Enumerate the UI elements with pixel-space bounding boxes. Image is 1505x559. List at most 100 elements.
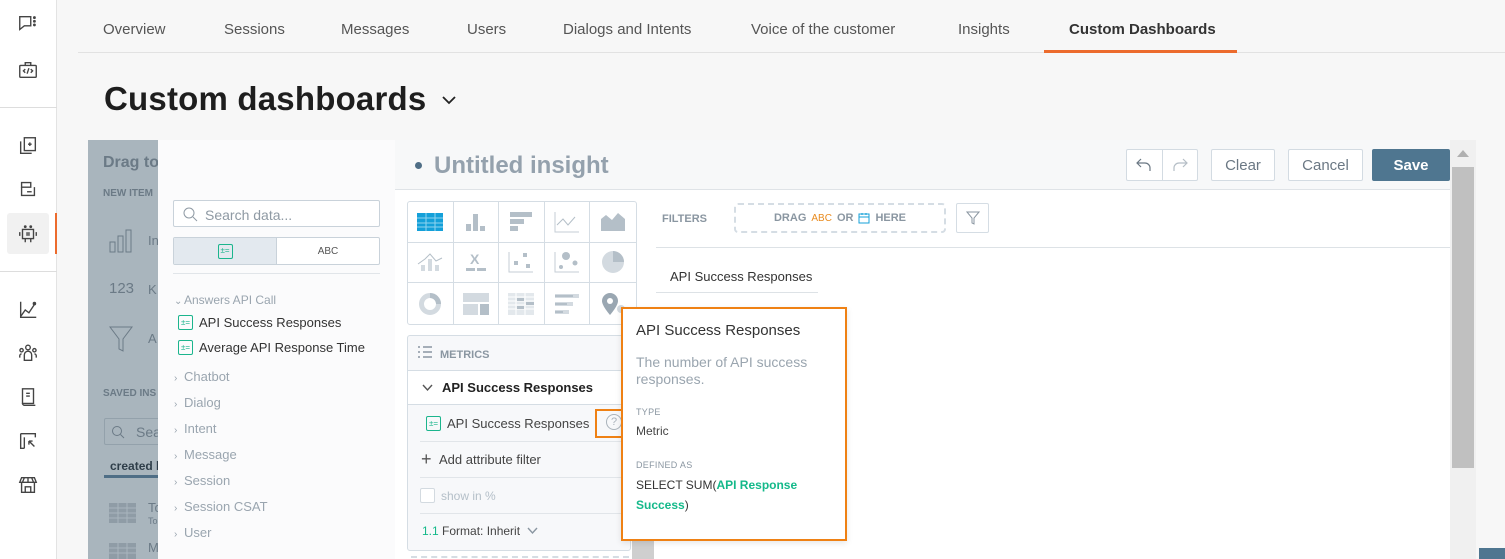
chart-type-pie[interactable] xyxy=(590,243,636,284)
undo-button[interactable] xyxy=(1127,150,1163,180)
chart-type-line[interactable] xyxy=(544,202,591,243)
scrollbar-thumb[interactable] xyxy=(1452,167,1474,468)
redo-button[interactable] xyxy=(1163,150,1198,180)
tab-voice-of-customer[interactable]: Voice of the customer xyxy=(751,21,895,38)
vertical-scrollbar[interactable] xyxy=(1450,140,1476,559)
search-data-input[interactable]: Search data... xyxy=(173,200,380,227)
metrics-label: METRICS xyxy=(440,349,490,361)
donut-chart-icon xyxy=(419,292,442,315)
chart-type-donut[interactable] xyxy=(408,283,454,324)
chart-type-scatter[interactable] xyxy=(499,242,545,284)
table-insight-icon xyxy=(109,503,136,523)
analytics-icon[interactable] xyxy=(14,296,42,324)
tree-group-answers-api-call[interactable]: ⌄ Answers API Call xyxy=(174,293,276,307)
people-icon[interactable] xyxy=(14,339,42,367)
saved-insight-title[interactable]: To xyxy=(148,500,158,515)
attributes-filter-toggle[interactable]: ABC xyxy=(277,238,379,264)
cancel-button[interactable]: Cancel xyxy=(1288,149,1363,181)
chevron-down-icon[interactable] xyxy=(441,94,457,106)
page-title: Custom dashboards xyxy=(104,80,427,117)
filter-divider xyxy=(656,247,1450,248)
metric-icon: ±= xyxy=(426,416,441,431)
tooltip-type-label: TYPE xyxy=(636,407,661,417)
tree-group-intent[interactable]: › Intent xyxy=(174,421,217,436)
copy-document-icon[interactable] xyxy=(14,132,42,160)
saved-insight-title[interactable]: M xyxy=(148,540,158,555)
tree-group-user[interactable]: › User xyxy=(174,525,211,540)
format-dropdown[interactable]: 1.1 Format: Inherit xyxy=(422,524,538,538)
add-attribute-filter-button[interactable]: + Add attribute filter xyxy=(420,442,625,478)
chart-type-column[interactable] xyxy=(453,202,500,243)
show-in-percent-row: show in % xyxy=(420,478,625,514)
tab-dialogs-intents[interactable]: Dialogs and Intents xyxy=(563,21,691,38)
scroll-up-arrow-icon[interactable] xyxy=(1457,150,1469,157)
chart-type-table[interactable] xyxy=(408,202,454,243)
tree-group-message[interactable]: › Message xyxy=(174,447,237,462)
sidebar-heading: Drag to xyxy=(103,154,158,171)
bot-icon[interactable] xyxy=(14,220,42,248)
tab-sessions[interactable]: Sessions xyxy=(224,21,285,38)
bullet-chart-icon xyxy=(555,293,580,314)
code-bag-icon[interactable] xyxy=(14,56,42,84)
chart-type-bar[interactable] xyxy=(499,202,545,243)
corner-button[interactable] xyxy=(1479,548,1505,559)
catalog-item-api-success-responses[interactable]: ±= API Success Responses xyxy=(178,315,341,330)
scroll-remnant xyxy=(632,540,654,559)
column-chart-icon xyxy=(465,213,485,231)
save-button[interactable]: Save xyxy=(1372,149,1450,181)
metric-card-header[interactable]: API Success Responses xyxy=(408,371,631,405)
chevron-right-icon: › xyxy=(174,399,178,410)
store-icon[interactable] xyxy=(14,471,42,499)
metrics-bucket: METRICS API Success Responses ±= API Suc… xyxy=(407,335,631,551)
cursor-frame-icon[interactable] xyxy=(14,427,42,455)
chevron-down-icon[interactable] xyxy=(422,384,433,392)
treemap-chart-icon xyxy=(462,292,489,315)
book-icon[interactable] xyxy=(14,383,42,411)
filter-drop-zone[interactable]: DRAG ABC OR HERE xyxy=(734,203,946,233)
table-chart-icon xyxy=(417,212,444,231)
dashboard-sidebar-dimmed: Drag to NEW ITEM In 123 K A SAVED INS Se… xyxy=(88,140,158,559)
insight-title[interactable]: Untitled insight xyxy=(434,152,609,180)
new-item-attribute-filter[interactable]: A xyxy=(148,331,157,346)
channel-icon[interactable] xyxy=(14,175,42,203)
tree-group-session-csat[interactable]: › Session CSAT xyxy=(174,499,268,514)
chart-type-headline[interactable]: X xyxy=(453,242,500,284)
chat-menu-icon[interactable] xyxy=(14,10,42,38)
chart-type-bullet[interactable] xyxy=(545,283,591,324)
tree-group-chatbot[interactable]: › Chatbot xyxy=(174,369,230,384)
filters-label: FILTERS xyxy=(662,213,708,225)
chart-type-treemap[interactable] xyxy=(454,283,500,324)
catalog-item-average-api-response-time[interactable]: ±= Average API Response Time xyxy=(178,340,365,355)
metrics-filter-toggle[interactable]: ±= xyxy=(174,238,277,264)
new-item-kpi[interactable]: K xyxy=(148,282,157,297)
saved-search-input[interactable]: Sea xyxy=(104,418,158,445)
chart-type-combo[interactable] xyxy=(408,242,454,284)
chevron-right-icon: › xyxy=(174,529,178,540)
tab-users[interactable]: Users xyxy=(467,21,506,38)
tree-group-session[interactable]: › Session xyxy=(174,473,230,488)
tab-insights[interactable]: Insights xyxy=(958,21,1010,38)
headline-chart-icon: X xyxy=(465,251,486,272)
new-item-insight[interactable]: In xyxy=(148,233,158,248)
show-in-percent-checkbox[interactable] xyxy=(420,488,435,503)
tab-messages[interactable]: Messages xyxy=(341,21,409,38)
tab-created-by[interactable]: created l xyxy=(110,459,158,473)
svg-text:X: X xyxy=(470,251,480,267)
area-chart-icon xyxy=(601,212,626,231)
chart-type-bubble[interactable] xyxy=(544,242,591,284)
active-tab-underline xyxy=(1044,50,1237,53)
bar-chart-icon xyxy=(510,211,533,231)
clear-button[interactable]: Clear xyxy=(1211,149,1275,181)
tab-overview[interactable]: Overview xyxy=(103,21,166,38)
chart-type-heatmap[interactable] xyxy=(499,283,545,324)
chevron-right-icon: › xyxy=(174,503,178,514)
heatmap-chart-icon xyxy=(508,292,535,315)
filter-button[interactable] xyxy=(956,203,989,233)
tab-custom-dashboards[interactable]: Custom Dashboards xyxy=(1069,21,1216,38)
unsaved-dot xyxy=(415,162,422,169)
chart-type-area[interactable] xyxy=(590,202,636,243)
table-column-header[interactable]: API Success Responses xyxy=(656,260,818,293)
rail-divider xyxy=(0,271,57,272)
insight-bar-icon xyxy=(109,229,132,253)
tree-group-dialog[interactable]: › Dialog xyxy=(174,395,221,410)
